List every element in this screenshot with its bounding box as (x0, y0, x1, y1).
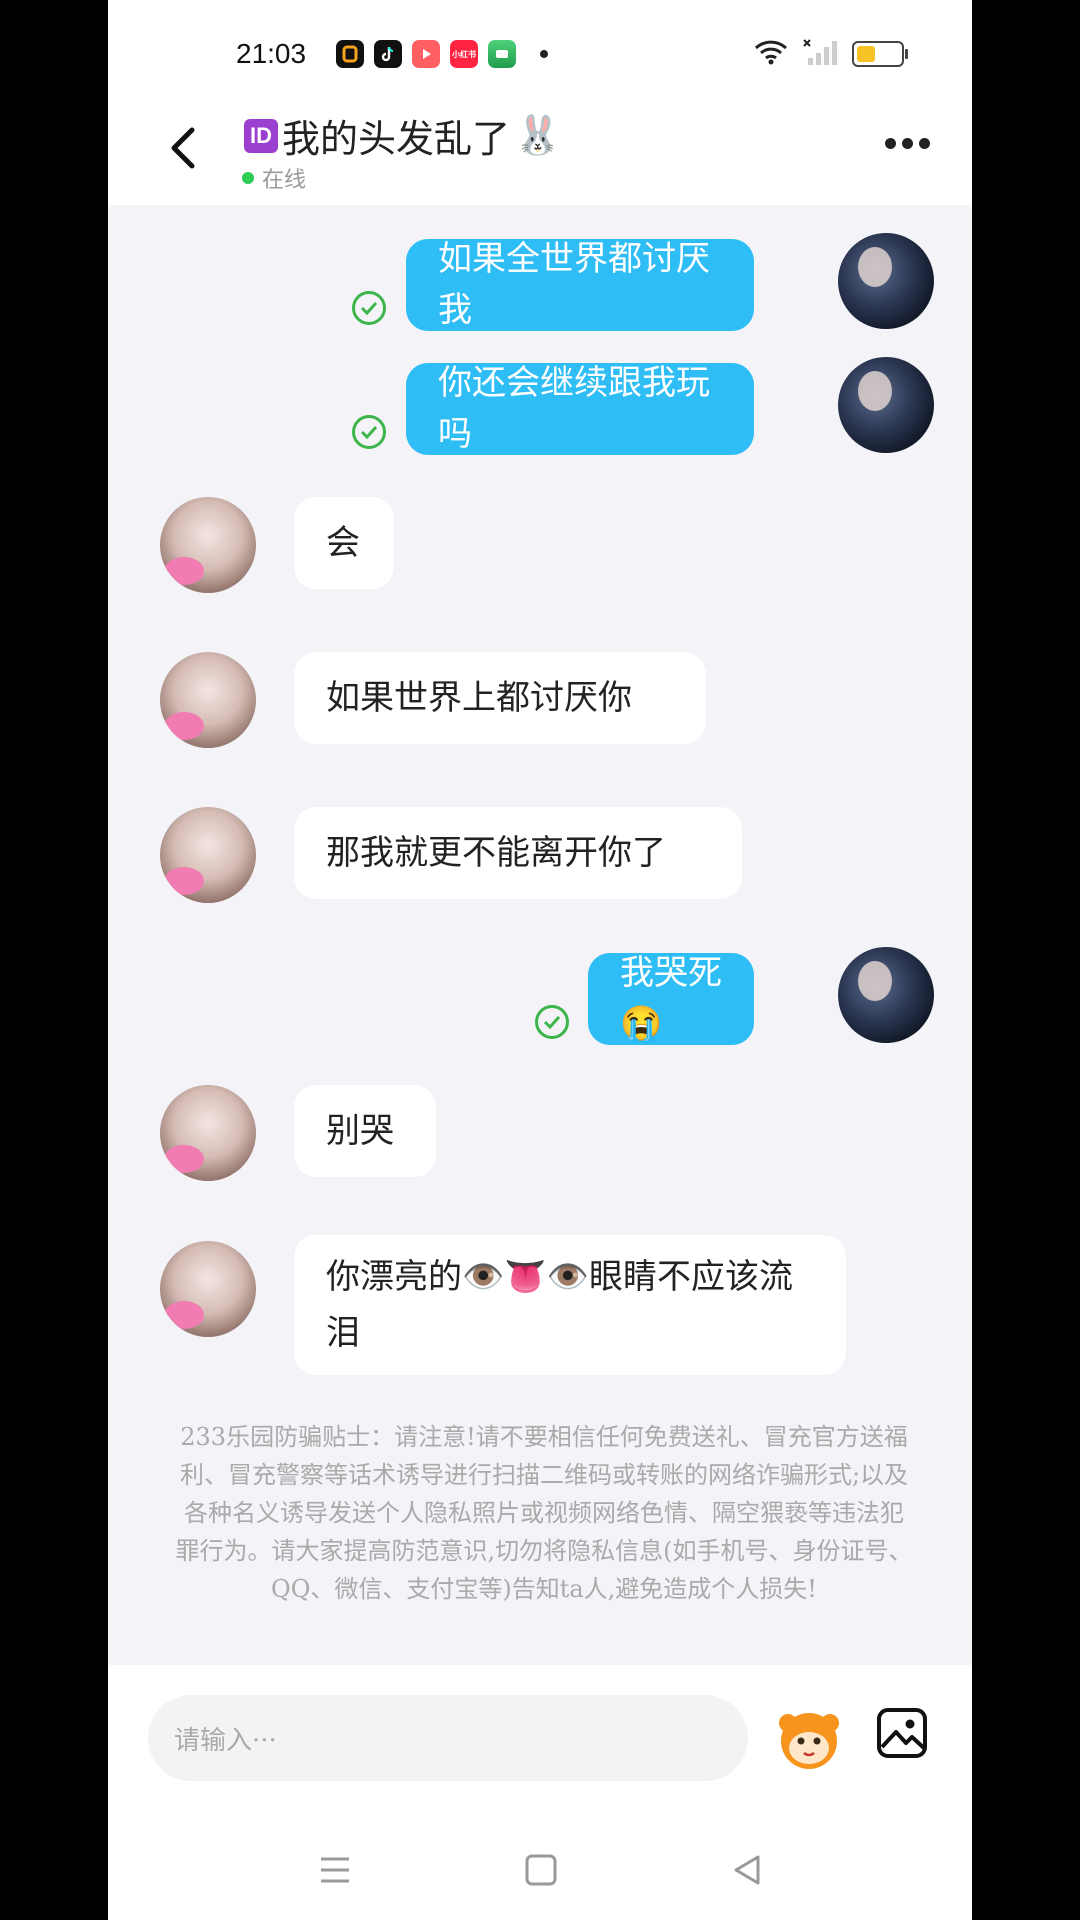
image-button[interactable] (876, 1707, 928, 1759)
battery-icon (852, 41, 908, 67)
status-bar: 21:03 小红书 (108, 0, 972, 100)
nav-back-button[interactable] (730, 1853, 764, 1891)
system-nav-bar (108, 1825, 972, 1920)
xiaohongshu-icon: 小红书 (450, 40, 478, 68)
id-badge: ID (244, 118, 278, 153)
back-button[interactable] (152, 118, 212, 178)
no-signal-icon (802, 38, 838, 70)
message-bubble[interactable]: 你还会继续跟我玩吗 (406, 363, 754, 455)
message-bubble[interactable]: 我哭死😭 (588, 953, 754, 1045)
message-input[interactable]: 请输入··· (148, 1695, 748, 1781)
contact-avatar[interactable] (160, 807, 256, 903)
home-square-icon (525, 1854, 557, 1886)
read-check-icon (352, 415, 386, 449)
system-indicators (754, 38, 908, 70)
rabbit-emoji: 🐰 (514, 113, 562, 157)
chat-header: ID 我的头发乱了 🐰 在线 (108, 100, 972, 205)
online-dot-icon (242, 172, 254, 184)
nav-menu-button[interactable] (318, 1853, 352, 1891)
message-bubble[interactable]: 那我就更不能离开你了 (294, 807, 742, 899)
contact-avatar[interactable] (160, 652, 256, 748)
contact-avatar[interactable] (160, 1241, 256, 1337)
more-notifications-dot (540, 50, 548, 58)
mascot-emoji-button[interactable] (774, 1703, 844, 1773)
my-avatar[interactable] (838, 357, 934, 453)
nav-home-button[interactable] (524, 1853, 558, 1891)
back-triangle-icon (734, 1855, 760, 1885)
my-avatar[interactable] (838, 233, 934, 329)
my-avatar[interactable] (838, 947, 934, 1043)
message-bubble[interactable]: 会 (294, 497, 394, 589)
contact-name-text: 我的头发乱了 (282, 117, 511, 161)
notification-app-icons: 小红书 (336, 40, 548, 68)
more-dots-icon (885, 138, 896, 149)
contact-name: ID 我的头发乱了 🐰 (244, 108, 561, 163)
anti-fraud-notice: 233乐园防骗贴士：请注意!请不要相信任何免费送礼、冒充官方送福利、冒充警察等话… (175, 1423, 913, 1603)
video-play-icon (412, 40, 440, 68)
message-bubble[interactable]: 如果全世界都讨厌我 (406, 239, 754, 331)
read-check-icon (535, 1005, 569, 1039)
message-bubble[interactable]: 你漂亮的👁️👅👁️眼睛不应该流泪 (294, 1235, 846, 1375)
app-o-icon (336, 40, 364, 68)
game-app-icon (488, 40, 516, 68)
mascot-icon (779, 1713, 839, 1769)
read-check-icon (352, 291, 386, 325)
chevron-left-icon (171, 127, 195, 169)
tiktok-icon (374, 40, 402, 68)
more-options-button[interactable] (885, 138, 930, 149)
image-icon (877, 1708, 927, 1758)
contact-avatar[interactable] (160, 1085, 256, 1181)
menu-icon (321, 1857, 349, 1883)
message-bubble[interactable]: 别哭 (294, 1085, 436, 1177)
input-bar: 请输入··· (108, 1665, 972, 1825)
status-time: 21:03 (236, 38, 307, 69)
phone-screen: 21:03 小红书 ID 我的头发乱了 🐰 在线 如果全世界都讨厌我 你还会继续… (108, 0, 972, 1920)
online-status: 在线 (242, 162, 306, 194)
online-status-text: 在线 (262, 168, 307, 193)
wifi-icon (754, 39, 788, 69)
contact-avatar[interactable] (160, 497, 256, 593)
message-bubble[interactable]: 如果世界上都讨厌你 (294, 652, 706, 744)
